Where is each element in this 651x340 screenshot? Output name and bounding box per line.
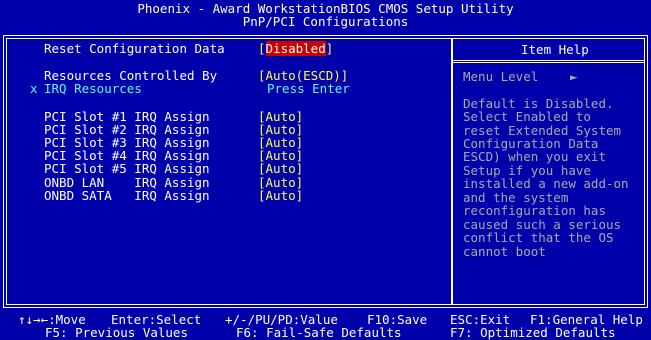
help-title: Item Help xyxy=(521,42,589,57)
help-title-divider xyxy=(452,60,645,63)
footer-hint-fail-safe-defaults: F6: Fail-Safe Defaults xyxy=(236,325,402,340)
irq-row-label: PCI Slot #5 IRQ Assign xyxy=(44,161,210,176)
page-title: PnP/PCI Configurations xyxy=(242,14,409,29)
help-line: cannot boot xyxy=(463,244,546,259)
menu-level-label: Menu Level xyxy=(463,69,539,84)
reset-config-value[interactable]: [Disabled] xyxy=(258,41,334,56)
reset-config-selected-value[interactable]: Disabled xyxy=(265,41,326,56)
footer-hint-previous-values: F5: Previous Values xyxy=(45,325,188,340)
reset-config-bracket-close: ] xyxy=(325,41,334,56)
reset-config-label: Reset Configuration Data xyxy=(44,41,225,56)
irq-resources-marker: x xyxy=(30,81,38,96)
help-panel-divider xyxy=(451,38,453,305)
irq-row-value[interactable]: [Auto] xyxy=(258,189,303,202)
help-line: ESCD) when you exit xyxy=(463,149,606,164)
menu-level-arrow-icon: ► xyxy=(570,69,578,84)
reset-config-bracket-open: [ xyxy=(258,41,266,56)
irq-resources-value[interactable]: Press Enter xyxy=(267,82,350,95)
help-line: conflict that the OS xyxy=(463,230,614,245)
footer-hint-optimized-defaults: F7: Optimized Defaults xyxy=(450,325,616,340)
help-line: reconfiguration has xyxy=(463,203,606,218)
irq-row-value[interactable]: [Auto] xyxy=(258,162,303,175)
irq-resources-label: IRQ Resources xyxy=(44,81,142,96)
help-line: Select Enabled to xyxy=(463,109,591,124)
irq-row-label: ONBD SATA IRQ Assign xyxy=(44,188,210,203)
help-line: installed a new add-on xyxy=(463,176,629,191)
